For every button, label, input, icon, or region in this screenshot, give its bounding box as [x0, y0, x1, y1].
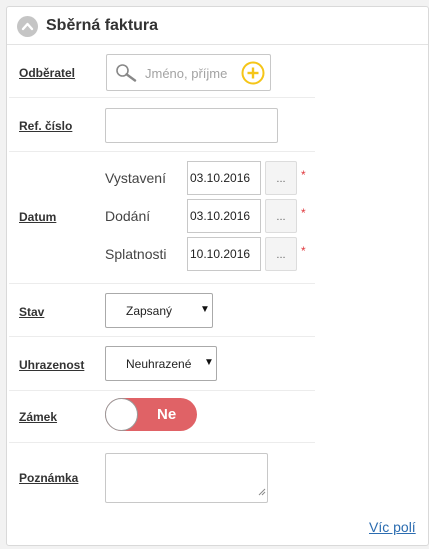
note-textarea[interactable] — [105, 453, 268, 503]
status-selected-value: Zapsaný — [126, 304, 173, 318]
required-marker: * — [301, 168, 306, 182]
required-marker: * — [301, 244, 306, 258]
lock-toggle[interactable]: Ne — [105, 398, 197, 431]
panel-header[interactable]: Sběrná faktura — [7, 7, 428, 45]
customer-search-placeholder: Jméno, příjme — [145, 66, 228, 81]
date-label[interactable]: Datum — [19, 210, 56, 224]
issued-date-input[interactable]: 03.10.2016 — [187, 161, 261, 195]
payment-row: Uhrazenost Neuhrazené ▼ — [9, 337, 315, 391]
toggle-knob — [105, 398, 138, 431]
due-date-input[interactable]: 10.10.2016 — [187, 237, 261, 271]
delivered-date-picker-button[interactable]: ... — [265, 199, 297, 233]
more-fields-link[interactable]: Víc polí — [369, 519, 416, 535]
ref-label[interactable]: Ref. číslo — [19, 119, 72, 133]
due-date-picker-button[interactable]: ... — [265, 237, 297, 271]
note-row: Poznámka — [9, 443, 315, 511]
customer-search-input[interactable]: Jméno, příjme — [106, 54, 271, 91]
add-customer-icon[interactable] — [241, 61, 265, 90]
payment-select[interactable]: Neuhrazené ▼ — [105, 346, 217, 381]
ref-row: Ref. číslo — [9, 98, 315, 152]
dropdown-caret-icon: ▼ — [200, 304, 210, 315]
delivered-date-label: Dodání — [105, 208, 151, 224]
dropdown-caret-icon: ▼ — [204, 357, 214, 368]
status-row: Stav Zapsaný ▼ — [9, 284, 315, 337]
invoice-panel: Sběrná faktura Odběratel Jméno, příjme R… — [6, 6, 429, 546]
ref-input[interactable] — [105, 108, 278, 143]
resize-grip-icon[interactable] — [258, 483, 266, 501]
status-label[interactable]: Stav — [19, 305, 44, 319]
panel-title: Sběrná faktura — [46, 17, 159, 34]
issued-date-label: Vystavení — [105, 170, 166, 186]
customer-label[interactable]: Odběratel — [19, 66, 75, 80]
status-select[interactable]: Zapsaný ▼ — [105, 293, 213, 328]
payment-label[interactable]: Uhrazenost — [19, 358, 84, 372]
lock-row: Zámek Ne — [9, 391, 315, 443]
customer-row: Odběratel Jméno, příjme — [9, 47, 315, 98]
lock-toggle-state: Ne — [157, 406, 177, 423]
required-marker: * — [301, 206, 306, 220]
issued-date-picker-button[interactable]: ... — [265, 161, 297, 195]
lock-label[interactable]: Zámek — [19, 410, 57, 424]
note-label[interactable]: Poznámka — [19, 471, 78, 485]
payment-selected-value: Neuhrazené — [126, 357, 192, 371]
due-date-label: Splatnosti — [105, 246, 167, 262]
chevron-up-icon[interactable] — [17, 16, 38, 37]
date-row: Datum Vystavení 03.10.2016 ... * Dodání … — [9, 152, 315, 284]
search-icon — [115, 63, 137, 88]
delivered-date-input[interactable]: 03.10.2016 — [187, 199, 261, 233]
